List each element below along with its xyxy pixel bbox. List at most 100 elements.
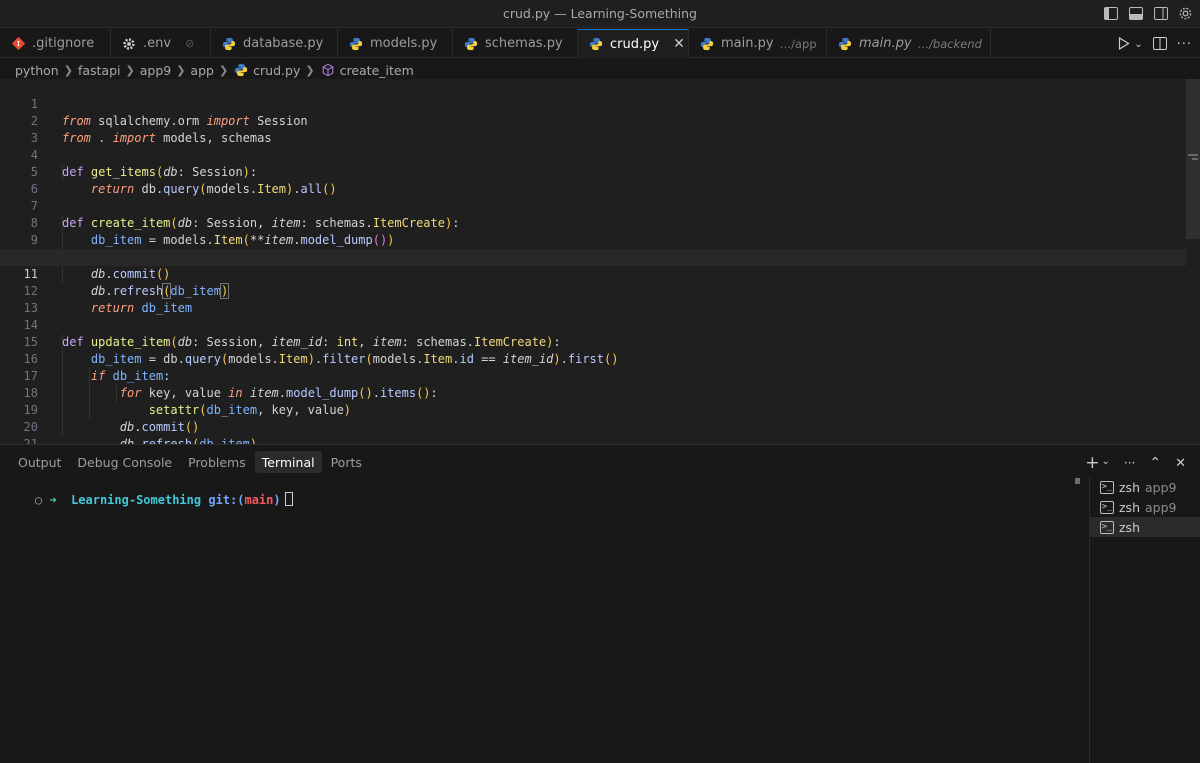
breadcrumb-item[interactable]: crud.py	[253, 63, 300, 78]
toggle-panel-icon[interactable]	[1127, 5, 1144, 22]
terminal-icon: >_	[1100, 480, 1114, 494]
tab-models-py[interactable]: models.py	[338, 29, 453, 58]
tab-main-py-app[interactable]: main.py …/app	[689, 29, 827, 58]
breadcrumb-item[interactable]: create_item	[340, 63, 414, 78]
close-icon[interactable]: ✕	[673, 36, 685, 52]
breadcrumb-item[interactable]: python	[15, 63, 59, 78]
tab-debug-console[interactable]: Debug Console	[70, 451, 179, 473]
toggle-primary-sidebar-icon[interactable]	[1102, 5, 1119, 22]
tab-ports[interactable]: Ports	[324, 451, 369, 473]
tab-label: crud.py	[610, 36, 660, 52]
title-bar: crud.py — Learning-Something	[0, 0, 1200, 28]
tab-description: …/app	[779, 36, 817, 51]
code-line: 4 def get_items(db: Session):	[30, 148, 258, 179]
code-line: 10 db.commit()	[0, 232, 1186, 281]
python-icon	[221, 36, 237, 52]
breadcrumb-item[interactable]: app9	[140, 63, 171, 78]
chevron-right-icon: ❯	[218, 63, 229, 77]
chevron-down-icon[interactable]: ⌄	[1102, 456, 1110, 467]
more-actions-icon[interactable]: ···	[1124, 456, 1135, 470]
python-icon	[837, 36, 853, 52]
code-line: 8 db_item = models.Item(**item.model_dum…	[30, 216, 395, 247]
terminal-item-active[interactable]: >_ zsh	[1090, 517, 1200, 537]
git-icon	[10, 36, 26, 52]
chevron-right-icon: ❯	[305, 63, 315, 77]
chevron-right-icon: ❯	[63, 63, 73, 77]
editor-scrollbar[interactable]	[1186, 79, 1200, 239]
code-line: 2 from . import models, schemas	[30, 114, 272, 145]
breadcrumb: python ❯ fastapi ❯ app9 ❯ app ❯ crud.py …	[15, 61, 414, 79]
tab-label: main.py	[859, 36, 912, 51]
prompt-branch: main	[244, 493, 274, 507]
code-line: 21 return db_item	[23, 437, 38, 444]
tab-problems[interactable]: Problems	[181, 451, 253, 473]
tab-crud-py[interactable]: crud.py ✕	[578, 29, 689, 58]
code-editor[interactable]: 1 from sqlalchemy.orm import Session 2 f…	[0, 79, 1200, 444]
code-line: 9 db.add(db_item)	[0, 215, 1186, 264]
new-terminal-icon[interactable]: +	[1085, 453, 1099, 473]
code-line: 19 db.commit()	[23, 403, 200, 434]
editor-tab-bar: .gitignore .env ⊘ database.py models.py …	[0, 29, 1200, 58]
code-line: 13	[23, 301, 38, 315]
disabled-icon: ⊘	[185, 37, 195, 50]
terminal-scrollbar[interactable]	[1075, 478, 1080, 484]
code-line: 15 db_item = db.query(models.Item).filte…	[23, 335, 619, 366]
method-icon	[320, 62, 336, 78]
chevron-down-icon[interactable]: ⌄	[1134, 39, 1142, 50]
code-line: 14 def update_item(db: Session, item_id:…	[23, 318, 561, 349]
terminal-output[interactable]: ○ ➜ Learning-Something git:(main)	[6, 475, 293, 526]
terminal-icon: >_	[1100, 520, 1114, 534]
code-line: 5 return db.query(models.Item).all()	[30, 165, 337, 196]
code-line: 18 setattr(db_item, key, value)	[23, 386, 352, 417]
python-icon	[699, 36, 715, 52]
tab-terminal[interactable]: Terminal	[254, 451, 322, 473]
python-icon	[588, 36, 604, 52]
gear-icon	[121, 36, 137, 52]
prompt-directory: Learning-Something	[71, 493, 202, 507]
chevron-right-icon: ❯	[176, 63, 186, 77]
customize-layout-icon[interactable]	[1177, 5, 1194, 22]
code-line: 12 return db_item	[23, 284, 193, 315]
close-panel-icon[interactable]: ✕	[1175, 456, 1186, 471]
code-line: 1 from sqlalchemy.orm import Session	[30, 97, 308, 128]
code-line-current: 11 db.refresh(db_item)	[0, 249, 1186, 299]
breadcrumb-item[interactable]: fastapi	[78, 63, 121, 78]
code-line: 7 def create_item(db: Session, item: sch…	[30, 199, 460, 230]
terminal-cursor	[284, 492, 293, 506]
tab-main-py-backend[interactable]: main.py …/backend	[827, 29, 991, 58]
python-icon	[463, 36, 479, 52]
tab-gitignore[interactable]: .gitignore	[0, 29, 111, 58]
code-line: 16 if db_item:	[23, 352, 171, 383]
tab-description: …/backend	[917, 36, 982, 51]
run-icon[interactable]	[1118, 35, 1130, 54]
tab-schemas-py[interactable]: schemas.py	[453, 29, 578, 58]
tab-label: .gitignore	[32, 36, 95, 51]
terminal-item[interactable]: >_ zsh app9	[1090, 477, 1200, 497]
prompt-arrow: ➜	[49, 493, 57, 507]
tab-label: models.py	[370, 36, 438, 51]
bottom-panel: Output Debug Console Problems Terminal P…	[0, 444, 1200, 763]
terminal-list: >_ zsh app9 >_ zsh app9 >_ zsh	[1089, 477, 1200, 763]
code-line: 17 for key, value in item.model_dump().i…	[23, 369, 438, 400]
window-title: crud.py — Learning-Something	[502, 6, 697, 21]
python-icon	[348, 36, 364, 52]
toggle-secondary-sidebar-icon[interactable]	[1152, 5, 1169, 22]
tab-label: database.py	[243, 36, 324, 51]
prompt-status-icon: ○	[34, 493, 43, 507]
code-line: 20 db.refresh(db_item)	[0, 402, 1186, 444]
code-line: 6	[30, 182, 38, 196]
tab-env[interactable]: .env ⊘	[111, 29, 211, 58]
terminal-icon: >_	[1100, 500, 1114, 514]
split-editor-icon[interactable]	[1152, 35, 1167, 54]
terminal-item[interactable]: >_ zsh app9	[1090, 497, 1200, 517]
more-actions-icon[interactable]: ···	[1177, 37, 1192, 52]
tab-database-py[interactable]: database.py	[211, 29, 338, 58]
code-line: 22	[0, 436, 1186, 444]
maximize-panel-icon[interactable]: ⌃	[1149, 455, 1161, 471]
tab-label: schemas.py	[485, 36, 563, 51]
breadcrumb-item[interactable]: app	[190, 63, 214, 78]
prompt-git-suffix: )	[273, 493, 281, 507]
chevron-right-icon: ❯	[125, 63, 135, 77]
tab-output[interactable]: Output	[11, 451, 68, 473]
prompt-git-prefix: git:(	[208, 493, 245, 507]
